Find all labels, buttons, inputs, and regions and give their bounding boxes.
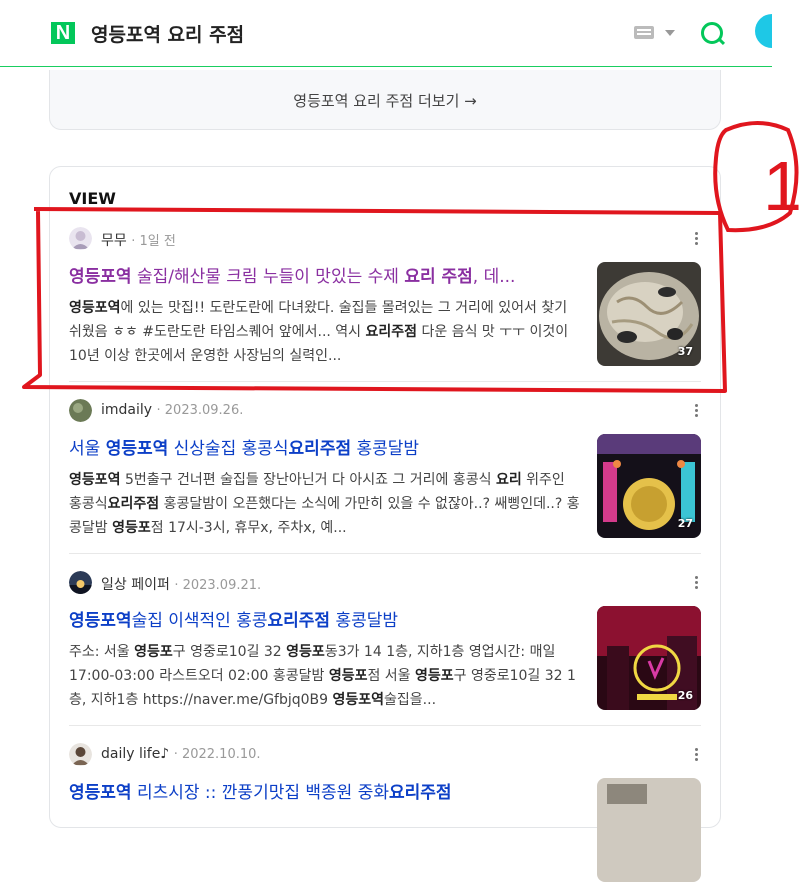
divider <box>69 725 701 726</box>
post-description[interactable]: 영등포역 5번출구 건너편 술집들 장난아닌거 다 아시죠 그 거리에 홍콩식 … <box>69 468 581 540</box>
post-meta: imdaily · 2023.09.26. <box>69 399 701 423</box>
naver-logo[interactable]: N <box>51 22 75 44</box>
more-options-icon[interactable] <box>695 748 699 764</box>
divider <box>69 553 701 554</box>
avatar[interactable] <box>69 571 92 594</box>
annotation-label: 1 <box>763 147 802 225</box>
post-title[interactable]: 영등포역술집 이색적인 홍콩요리주점 홍콩달밤 <box>69 606 574 631</box>
annotation-highlight-box <box>22 207 727 393</box>
image-count: 27 <box>677 517 693 530</box>
chevron-down-icon[interactable] <box>665 30 675 36</box>
post-thumbnail[interactable]: 26 <box>597 606 701 710</box>
author-name[interactable]: 일상 페이퍼 <box>101 577 170 593</box>
post-date: 2022.10.10. <box>181 747 261 762</box>
annotation-circle-label: 1 <box>713 121 802 233</box>
keyboard-icon[interactable] <box>634 26 654 39</box>
post-date: 2023.09.21. <box>182 578 262 593</box>
search-icon[interactable] <box>701 22 723 44</box>
more-options-icon[interactable] <box>695 576 699 592</box>
post-meta: 일상 페이퍼 · 2023.09.21. <box>69 571 701 595</box>
post-thumbnail[interactable]: 27 <box>597 434 701 538</box>
search-query-input[interactable]: 영등포역 요리 주점 <box>91 20 244 47</box>
post-date: 2023.09.26. <box>164 403 244 418</box>
avatar[interactable] <box>69 743 92 766</box>
post-item: imdaily · 2023.09.26. 서울 영등포역 신상술집 홍콩식요리… <box>69 399 701 539</box>
author-name[interactable]: daily life♪ <box>101 746 169 762</box>
avatar[interactable] <box>69 399 92 422</box>
post-meta: daily life♪ · 2022.10.10. <box>69 743 701 767</box>
search-header: N 영등포역 요리 주점 <box>0 0 789 67</box>
post-description[interactable]: 주소: 서울 영등포구 영중로10길 32 영등포동3가 14 1층, 지하1층… <box>69 640 581 712</box>
more-options-icon[interactable] <box>695 404 699 420</box>
post-item: daily life♪ · 2022.10.10. 영등포역 리츠시장 :: 깐… <box>69 743 701 882</box>
post-title[interactable]: 영등포역 리츠시장 :: 깐풍기맛집 백종원 중화요리주점 <box>69 778 574 803</box>
post-item: 일상 페이퍼 · 2023.09.21. 영등포역술집 이색적인 홍콩요리주점 … <box>69 571 701 711</box>
more-results-link[interactable]: 영등포역 요리 주점 더보기 → <box>49 70 721 130</box>
post-title[interactable]: 서울 영등포역 신상술집 홍콩식요리주점 홍콩달밤 <box>69 434 574 459</box>
image-count: 26 <box>677 689 693 702</box>
author-name[interactable]: imdaily <box>101 402 152 418</box>
